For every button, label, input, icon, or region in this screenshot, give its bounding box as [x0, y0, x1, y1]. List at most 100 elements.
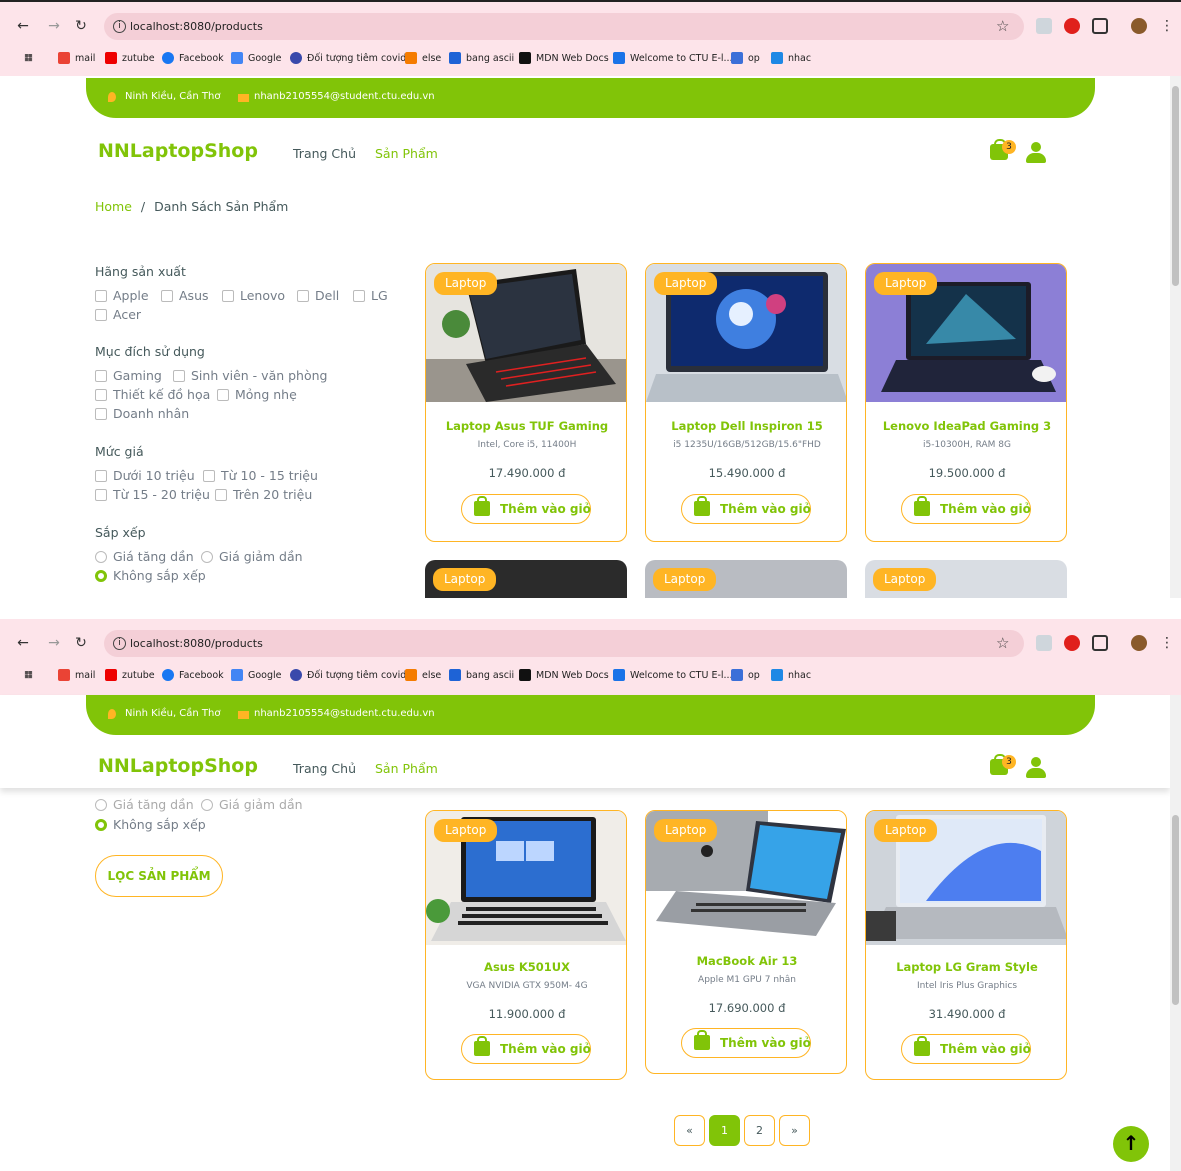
- bookmark-else[interactable]: else: [405, 669, 441, 681]
- brand-option[interactable]: Dell: [297, 288, 339, 303]
- back-icon[interactable]: ←: [12, 15, 34, 37]
- user-icon[interactable]: [1025, 142, 1047, 164]
- checkbox[interactable]: [217, 388, 229, 401]
- brand-logo[interactable]: NNLaptopShop: [98, 755, 258, 777]
- bookmark-facebook[interactable]: Facebook: [162, 669, 224, 681]
- address-bar[interactable]: i localhost:8080/products: [104, 630, 1024, 657]
- puzzle-icon[interactable]: [1092, 18, 1108, 34]
- product-name[interactable]: Laptop Asus TUF Gaming: [426, 419, 626, 433]
- product-name[interactable]: Laptop LG Gram Style: [866, 960, 1066, 974]
- checkbox[interactable]: [215, 488, 227, 501]
- bookmark-ctu[interactable]: Welcome to CTU E-l...: [613, 52, 733, 64]
- bookmark-zutube[interactable]: zutube: [105, 669, 155, 681]
- checkbox[interactable]: [173, 369, 185, 382]
- nav-home[interactable]: Trang Chủ: [293, 761, 356, 776]
- bookmark-google[interactable]: Google: [231, 52, 282, 64]
- price-option[interactable]: Trên 20 triệu: [215, 487, 312, 502]
- nav-home[interactable]: Trang Chủ: [293, 146, 356, 161]
- product-name[interactable]: MacBook Air 13: [646, 954, 846, 968]
- brand-option[interactable]: Apple: [95, 288, 149, 303]
- product-card-peek[interactable]: Laptop: [645, 560, 847, 598]
- scrollbar[interactable]: [1170, 695, 1181, 1171]
- bookmark-ascii[interactable]: bang ascii: [449, 669, 514, 681]
- user-icon[interactable]: [1025, 757, 1047, 779]
- add-to-cart-button[interactable]: Thêm vào giỏ: [901, 494, 1031, 524]
- product-card[interactable]: Laptop Asus K501UX VGA NVIDIA GTX 950M- …: [425, 810, 627, 1080]
- bookmark-facebook[interactable]: Facebook: [162, 52, 224, 64]
- purpose-option[interactable]: Mỏng nhẹ: [217, 387, 297, 402]
- bookmark-nhac[interactable]: nhac: [771, 52, 811, 64]
- brand-option[interactable]: Acer: [95, 307, 141, 322]
- profile-avatar[interactable]: [1131, 635, 1147, 651]
- checkbox[interactable]: [95, 388, 107, 401]
- purpose-option[interactable]: Doanh nhân: [95, 406, 189, 421]
- filter-submit-button[interactable]: LỌC SẢN PHẨM: [95, 855, 223, 897]
- purpose-option[interactable]: Thiết kế đồ họa: [95, 387, 210, 402]
- product-name[interactable]: Asus K501UX: [426, 960, 626, 974]
- bookmark-op[interactable]: op: [731, 669, 760, 681]
- checkbox[interactable]: [161, 289, 173, 302]
- product-name[interactable]: Lenovo IdeaPad Gaming 3: [866, 419, 1066, 433]
- reload-icon[interactable]: ↻: [70, 15, 92, 37]
- sort-option[interactable]: Giá giảm dần: [201, 797, 303, 812]
- product-card[interactable]: Laptop Laptop Dell Inspiron 15 i5 1235U/…: [645, 263, 847, 542]
- add-to-cart-button[interactable]: Thêm vào giỏ: [461, 1034, 591, 1064]
- price-option[interactable]: Dưới 10 triệu: [95, 468, 195, 483]
- brand-option[interactable]: Asus: [161, 288, 209, 303]
- checkbox[interactable]: [95, 289, 107, 302]
- checkbox[interactable]: [95, 308, 107, 321]
- product-card-peek[interactable]: Laptop: [865, 560, 1067, 598]
- checkbox[interactable]: [95, 369, 107, 382]
- apps-grid-icon[interactable]: ▦: [24, 52, 33, 63]
- scrollbar-thumb[interactable]: [1172, 86, 1179, 286]
- opera-icon[interactable]: [1064, 635, 1080, 651]
- product-card[interactable]: Laptop Laptop LG Gram Style Intel Iris P…: [865, 810, 1067, 1080]
- purpose-option[interactable]: Gaming: [95, 368, 162, 383]
- add-to-cart-button[interactable]: Thêm vào giỏ: [681, 1028, 811, 1058]
- product-name[interactable]: Laptop Dell Inspiron 15: [646, 419, 846, 433]
- pagination-prev[interactable]: «: [674, 1115, 705, 1146]
- price-option[interactable]: Từ 10 - 15 triệu: [203, 468, 318, 483]
- pagination-page-2[interactable]: 2: [744, 1115, 775, 1146]
- bookmark-op[interactable]: op: [731, 52, 760, 64]
- bookmark-mdn[interactable]: MDN Web Docs: [519, 52, 609, 64]
- radio[interactable]: [95, 550, 107, 563]
- bookmark-star-icon[interactable]: ☆: [996, 17, 1009, 35]
- bookmark-else[interactable]: else: [405, 52, 441, 64]
- back-to-top-button[interactable]: ↑: [1113, 1126, 1149, 1162]
- bookmark-zutube[interactable]: zutube: [105, 52, 155, 64]
- checkbox[interactable]: [203, 469, 215, 482]
- pagination-page-1[interactable]: 1: [709, 1115, 740, 1146]
- brand-option[interactable]: LG: [353, 288, 388, 303]
- info-icon[interactable]: i: [113, 20, 126, 33]
- apps-grid-icon[interactable]: ▦: [24, 669, 33, 680]
- opera-icon[interactable]: [1064, 18, 1080, 34]
- nav-products[interactable]: Sản Phẩm: [375, 761, 438, 776]
- back-icon[interactable]: ←: [12, 632, 34, 654]
- menu-dots-icon[interactable]: ⋮: [1156, 15, 1178, 37]
- add-to-cart-button[interactable]: Thêm vào giỏ: [681, 494, 811, 524]
- sort-option[interactable]: Giá giảm dần: [201, 549, 303, 564]
- radio[interactable]: [201, 798, 213, 811]
- forward-icon[interactable]: →: [43, 632, 65, 654]
- bookmark-ctu[interactable]: Welcome to CTU E-l...: [613, 669, 733, 681]
- address-bar[interactable]: i localhost:8080/products: [104, 13, 1024, 40]
- checkbox[interactable]: [222, 289, 234, 302]
- radio[interactable]: [201, 550, 213, 563]
- brand-option[interactable]: Lenovo: [222, 288, 285, 303]
- add-to-cart-button[interactable]: Thêm vào giỏ: [901, 1034, 1031, 1064]
- breadcrumb-home[interactable]: Home: [95, 199, 132, 214]
- puzzle-icon[interactable]: [1092, 635, 1108, 651]
- product-card[interactable]: Laptop MacBook Air 13 Apple M1 GPU 7 nhâ…: [645, 810, 847, 1074]
- profile-avatar[interactable]: [1131, 18, 1147, 34]
- purpose-option[interactable]: Sinh viên - văn phòng: [173, 368, 327, 383]
- pagination-next[interactable]: »: [779, 1115, 810, 1146]
- radio[interactable]: [95, 798, 107, 811]
- radio-checked[interactable]: [95, 818, 107, 831]
- bookmark-star-icon[interactable]: ☆: [996, 634, 1009, 652]
- menu-dots-icon[interactable]: ⋮: [1156, 632, 1178, 654]
- checkbox[interactable]: [353, 289, 365, 302]
- scrollbar-thumb[interactable]: [1172, 815, 1179, 1005]
- bookmark-mail[interactable]: mail: [58, 52, 95, 64]
- scrollbar[interactable]: [1170, 76, 1181, 598]
